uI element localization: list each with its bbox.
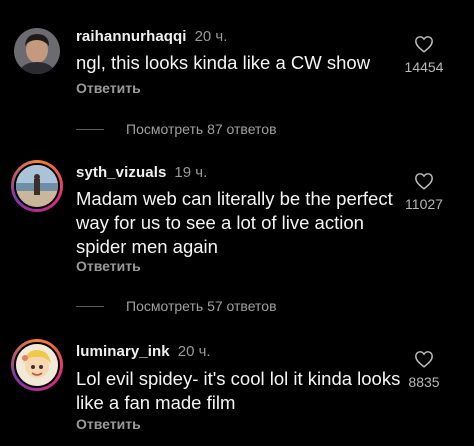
- reply-button[interactable]: Ответить: [76, 416, 141, 432]
- likes-count: 14454: [404, 59, 444, 75]
- replies-divider: [76, 128, 104, 130]
- heart-outline-icon: [415, 173, 433, 190]
- view-replies-button[interactable]: Посмотреть 57 ответов: [76, 298, 277, 314]
- likes-count: 11027: [405, 196, 443, 212]
- view-replies-button[interactable]: Посмотреть 87 ответов: [76, 121, 277, 137]
- username[interactable]: raihannurhaqqi: [76, 28, 187, 45]
- heart-outline-icon: [415, 36, 433, 53]
- reply-button[interactable]: Ответить: [76, 258, 141, 274]
- comment-header: syth_vizuals 19 ч.: [76, 164, 207, 181]
- like-button[interactable]: 14454: [394, 35, 454, 75]
- comment-header: raihannurhaqqi 20 ч.: [76, 28, 227, 45]
- comment-header: luminary_ink 20 ч.: [76, 343, 211, 360]
- comment-text: Lol evil spidey- it's cool lol it kinda …: [76, 368, 401, 413]
- timestamp: 20 ч.: [177, 343, 211, 360]
- like-button[interactable]: 8835: [394, 350, 454, 390]
- avatar-image: [16, 344, 58, 386]
- username[interactable]: luminary_ink: [76, 343, 170, 360]
- avatar[interactable]: [14, 28, 60, 74]
- heart-outline-icon: [415, 351, 433, 368]
- view-replies-label: Посмотреть 87 ответов: [126, 121, 277, 137]
- reply-button[interactable]: Ответить: [76, 80, 141, 96]
- comment-text: ngl, this looks kinda like a CW show: [76, 52, 371, 73]
- likes-count: 8835: [408, 374, 440, 390]
- username[interactable]: syth_vizuals: [76, 164, 166, 181]
- timestamp: 20 ч.: [194, 28, 228, 45]
- comment-text: Madam web can literally be the perfect w…: [76, 188, 393, 257]
- avatar-image: [16, 165, 58, 207]
- avatar[interactable]: [11, 160, 63, 212]
- avatar[interactable]: [11, 339, 63, 391]
- timestamp: 19 ч.: [174, 164, 208, 181]
- replies-divider: [76, 305, 104, 307]
- view-replies-label: Посмотреть 57 ответов: [126, 298, 277, 314]
- like-button[interactable]: 11027: [394, 172, 454, 212]
